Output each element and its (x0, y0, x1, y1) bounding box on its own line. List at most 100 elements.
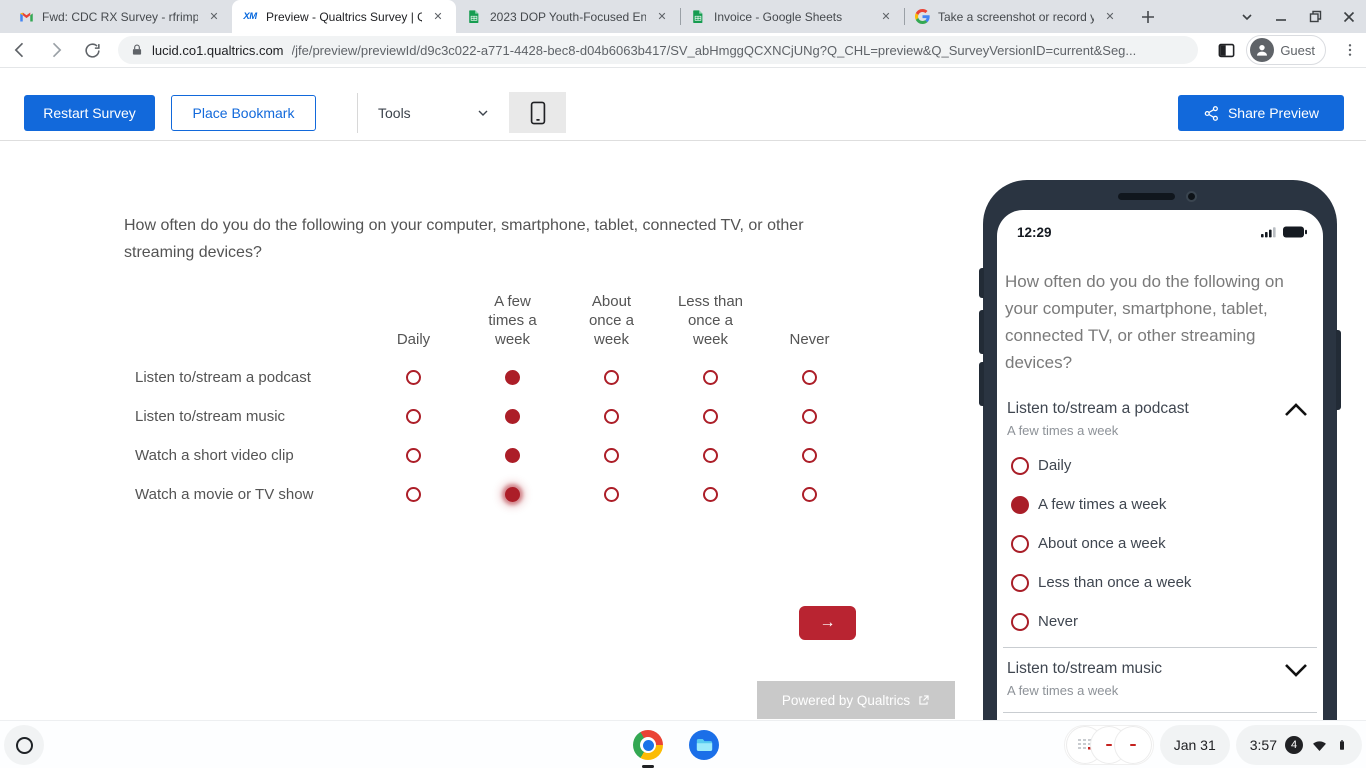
radio-selected[interactable] (1011, 496, 1029, 514)
back-button[interactable] (4, 34, 36, 66)
radio-unselected[interactable] (406, 487, 421, 502)
radio-unselected[interactable] (802, 409, 817, 424)
radio-unselected[interactable] (703, 487, 718, 502)
chrome-app-button[interactable] (633, 730, 663, 760)
google-favicon (914, 9, 930, 25)
radio-unselected[interactable] (406, 409, 421, 424)
matrix-cell (760, 370, 859, 385)
url-path: /jfe/preview/previewId/d9c3c022-a771-442… (292, 43, 1137, 58)
radio-unselected[interactable] (406, 370, 421, 385)
launcher-icon (16, 737, 33, 754)
matrix-column-header: Less than once a week (661, 289, 760, 351)
phone-item-title: Listen to/stream music (1007, 660, 1283, 678)
radio-unselected[interactable] (1011, 574, 1029, 592)
tab-search-button[interactable] (1230, 0, 1264, 33)
matrix-cell (364, 409, 463, 424)
radio-selected[interactable] (505, 370, 520, 385)
tools-dropdown[interactable]: Tools (378, 95, 489, 131)
time-label: 3:57 (1250, 737, 1277, 753)
radio-unselected[interactable] (703, 448, 718, 463)
close-window-button[interactable] (1332, 0, 1366, 33)
profile-label: Guest (1280, 43, 1315, 58)
matrix-cell (463, 370, 562, 385)
radio-unselected[interactable] (1011, 613, 1029, 631)
phone-option[interactable]: Less than once a week (997, 563, 1323, 602)
restore-button[interactable] (1298, 0, 1332, 33)
tab-title: Invoice - Google Sheets (714, 10, 870, 24)
browser-tab-1[interactable]: Fwd: CDC RX Survey - rfrimpor✕ (8, 0, 232, 33)
phone-option[interactable]: A few times a week (997, 485, 1323, 524)
radio-unselected[interactable] (1011, 457, 1029, 475)
profile-button[interactable]: Guest (1246, 35, 1326, 65)
chevron-down-icon[interactable] (1283, 662, 1309, 683)
matrix-cell (760, 448, 859, 463)
column-header-label: Never (789, 330, 829, 349)
column-header-label: A few times a week (477, 292, 549, 349)
radio-unselected[interactable] (802, 487, 817, 502)
browser-menu-button[interactable] (1334, 34, 1366, 66)
browser-tab-3[interactable]: 2023 DOP Youth-Focused Env✕ (456, 0, 680, 33)
browser-tab-2[interactable]: XMPreview - Qualtrics Survey | Qu✕ (232, 0, 456, 33)
row-label: Listen to/stream a podcast (124, 369, 364, 386)
phone-question-item[interactable]: Listen to/stream musicA few times a week (997, 648, 1323, 706)
matrix-column-headers: DailyA few times a weekAbout once a week… (124, 289, 859, 351)
radio-unselected[interactable] (802, 370, 817, 385)
radio-unselected[interactable] (703, 370, 718, 385)
radio-unselected[interactable] (604, 409, 619, 424)
matrix-row: Listen to/stream music (124, 397, 859, 436)
radio-selected[interactable] (505, 448, 520, 463)
radio-selected[interactable] (505, 487, 520, 502)
phone-option[interactable]: About once a week (997, 524, 1323, 563)
launcher-button[interactable] (4, 725, 44, 765)
share-icon (1203, 105, 1220, 122)
battery-icon (1336, 736, 1348, 754)
phone-option[interactable]: Never (997, 602, 1323, 641)
address-bar[interactable]: lucid.co1.qualtrics.com/jfe/preview/prev… (118, 36, 1198, 64)
share-preview-button[interactable]: Share Preview (1178, 95, 1344, 131)
tab-close-button[interactable]: ✕ (878, 9, 894, 25)
new-tab-button[interactable] (1134, 3, 1162, 31)
radio-selected[interactable] (505, 409, 520, 424)
chrome-icon (633, 730, 663, 760)
matrix-cell (364, 370, 463, 385)
powered-by-qualtrics[interactable]: Powered by Qualtrics (757, 681, 955, 719)
mobile-preview-toggle[interactable] (509, 92, 566, 133)
browser-tab-4[interactable]: Invoice - Google Sheets ✕ (680, 0, 904, 33)
divider (1003, 712, 1317, 713)
radio-unselected[interactable] (604, 448, 619, 463)
lock-icon (130, 43, 144, 57)
tab-close-button[interactable]: ✕ (1102, 9, 1118, 25)
next-button[interactable]: → (799, 606, 856, 640)
kebab-menu-icon (1342, 42, 1358, 58)
tab-close-button[interactable]: ✕ (430, 9, 446, 25)
side-panel-button[interactable] (1210, 34, 1242, 66)
phone-option-label: Daily (1038, 457, 1071, 474)
phone-option[interactable]: Daily (997, 446, 1323, 485)
date-pill[interactable]: Jan 31 (1160, 725, 1230, 765)
phone-status-bar: 12:29 (997, 220, 1323, 244)
notifications-pill[interactable] (1064, 725, 1154, 765)
tab-close-button[interactable]: ✕ (206, 9, 222, 25)
radio-unselected[interactable] (406, 448, 421, 463)
radio-unselected[interactable] (703, 409, 718, 424)
tab-close-button[interactable]: ✕ (654, 9, 670, 25)
browser-tab-5[interactable]: Take a screenshot or record yo✕ (904, 0, 1128, 33)
sheets-favicon (690, 9, 706, 25)
matrix-column-header: Never (760, 289, 859, 351)
place-bookmark-button[interactable]: Place Bookmark (171, 95, 316, 131)
status-pill[interactable]: 3:57 4 (1236, 725, 1362, 765)
minimize-button[interactable] (1264, 0, 1298, 33)
chevron-up-icon[interactable] (1283, 402, 1309, 423)
tab-title: Preview - Qualtrics Survey | Qu (266, 10, 422, 24)
forward-button[interactable] (40, 34, 72, 66)
radio-unselected[interactable] (604, 487, 619, 502)
status-tray: Jan 31 3:57 4 (1064, 725, 1362, 765)
radio-unselected[interactable] (604, 370, 619, 385)
restart-survey-button[interactable]: Restart Survey (24, 95, 155, 131)
radio-unselected[interactable] (1011, 535, 1029, 553)
files-app-button[interactable] (689, 730, 719, 760)
matrix-cell (562, 448, 661, 463)
phone-question-item[interactable]: Listen to/stream a podcastA few times a … (997, 388, 1323, 446)
radio-unselected[interactable] (802, 448, 817, 463)
reload-button[interactable] (76, 34, 108, 66)
